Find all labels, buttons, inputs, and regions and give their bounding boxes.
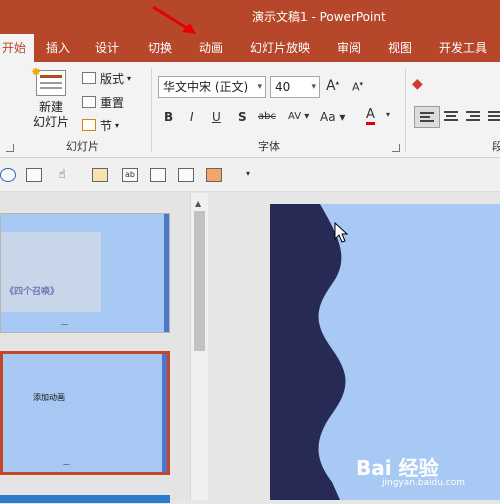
- slide-side-strip: [164, 214, 169, 332]
- section-icon: [82, 119, 96, 131]
- find-icon[interactable]: [178, 168, 194, 182]
- font-name-value: 华文中宋 (正文): [163, 80, 249, 94]
- slide-thumbnail-text: 添加动画: [33, 393, 65, 402]
- layout-label: 版式: [100, 71, 125, 86]
- grow-font-button[interactable]: A▴: [326, 78, 339, 94]
- arrange-icon[interactable]: [206, 168, 222, 182]
- slide-banner-image: 《四个召唤》: [1, 232, 101, 312]
- watermark-url: jingyan.baidu.com: [382, 478, 466, 488]
- section-label: 节: [100, 118, 113, 133]
- slide-number-marker: —: [63, 460, 70, 468]
- justify-button[interactable]: [488, 110, 500, 124]
- tab-home[interactable]: 开始: [0, 34, 34, 62]
- tab-transitions[interactable]: 切换: [146, 34, 174, 62]
- shadow-button[interactable]: S: [238, 110, 247, 124]
- strikethrough-button[interactable]: abc: [258, 111, 276, 122]
- slide-thumbnail-2[interactable]: 添加动画 —: [0, 351, 170, 475]
- refresh-icon[interactable]: [0, 168, 16, 182]
- slide-thumbnail-1[interactable]: 《四个召唤》 —: [0, 213, 170, 333]
- ribbon-tabs: 开始 插入 设计 切换 动画 幻灯片放映 审阅 视图 开发工具: [0, 34, 500, 62]
- customize-toolbar-icon[interactable]: ▾: [240, 168, 256, 182]
- bold-button[interactable]: B: [164, 110, 173, 124]
- tab-slideshow[interactable]: 幻灯片放映: [249, 34, 311, 62]
- group-separator: [151, 68, 152, 152]
- group-separator: [405, 68, 406, 152]
- align-center-button[interactable]: [444, 110, 460, 124]
- tab-insert[interactable]: 插入: [44, 34, 72, 62]
- slide-number-marker: —: [61, 320, 68, 328]
- textbox-icon[interactable]: ab: [122, 168, 138, 182]
- clipboard-dialog-launcher[interactable]: [6, 144, 14, 152]
- font-group-label: 字体: [258, 140, 280, 153]
- chevron-down-icon: ▾: [257, 82, 262, 92]
- align-left-button[interactable]: [414, 106, 440, 128]
- new-slide-label-2: 幻灯片: [32, 115, 69, 129]
- font-color-button[interactable]: A: [366, 108, 375, 125]
- scroll-thumb[interactable]: [194, 211, 205, 351]
- slide-banner-text: 《四个召唤》: [5, 287, 60, 297]
- underline-button[interactable]: U: [212, 110, 221, 124]
- title-bar: 演示文稿1 - PowerPoint: [0, 0, 500, 34]
- reset-icon: [82, 96, 96, 108]
- layout-icon: [82, 72, 96, 84]
- slide-thumbnail-3[interactable]: [0, 495, 170, 503]
- tab-view[interactable]: 视图: [386, 34, 414, 62]
- quick-toolbar: ☝ ab ▾: [0, 158, 500, 192]
- tab-review[interactable]: 审阅: [335, 34, 363, 62]
- annotation-arrow-icon: [152, 5, 196, 34]
- touch-mode-icon[interactable]: ☝: [54, 168, 70, 182]
- font-name-combo[interactable]: 华文中宋 (正文) ▾: [158, 76, 266, 98]
- font-dialog-launcher[interactable]: [392, 144, 400, 152]
- thumbnail-scrollbar[interactable]: ▲: [190, 193, 208, 500]
- tab-developer[interactable]: 开发工具: [436, 34, 490, 62]
- new-slide-icon: ✸: [31, 65, 66, 96]
- italic-button[interactable]: I: [190, 110, 194, 124]
- mouse-cursor-icon: [334, 222, 348, 243]
- chevron-down-icon[interactable]: ▾: [386, 110, 390, 119]
- char-spacing-button[interactable]: AV ▾: [288, 111, 309, 122]
- clear-formatting-icon[interactable]: ◆: [412, 76, 423, 92]
- picture-icon[interactable]: [92, 168, 108, 182]
- chevron-down-icon: ▾: [311, 82, 316, 92]
- window-title: 演示文稿1 - PowerPoint: [252, 10, 386, 24]
- font-size-combo[interactable]: 40 ▾: [270, 76, 320, 98]
- slide-side-strip: [162, 354, 167, 472]
- new-slide-button[interactable]: ✸ 新建 幻灯片: [28, 65, 74, 136]
- paragraph-group-label: 段: [492, 140, 500, 153]
- tab-animations[interactable]: 动画: [197, 34, 225, 62]
- watermark-logo: Bai 经验: [356, 456, 439, 480]
- layout-button[interactable]: 版式 ▾: [82, 68, 131, 88]
- layout-icon[interactable]: [150, 168, 166, 182]
- slide-thumbnail-panel: 《四个召唤》 — 添加动画 —: [0, 193, 208, 503]
- font-size-value: 40: [275, 80, 291, 94]
- align-right-button[interactable]: [466, 110, 482, 124]
- scroll-up-icon[interactable]: ▲: [195, 199, 201, 208]
- new-slide-label-1: 新建: [38, 100, 63, 114]
- tab-design[interactable]: 设计: [93, 34, 121, 62]
- change-case-button[interactable]: Aa ▾: [320, 110, 345, 124]
- reset-button[interactable]: 重置: [82, 92, 124, 112]
- shrink-font-button[interactable]: A▾: [352, 80, 363, 94]
- section-button[interactable]: 节 ▾: [82, 115, 119, 135]
- slideshow-icon[interactable]: [26, 168, 42, 182]
- slides-group-label: 幻灯片: [66, 140, 99, 153]
- reset-label: 重置: [100, 95, 125, 110]
